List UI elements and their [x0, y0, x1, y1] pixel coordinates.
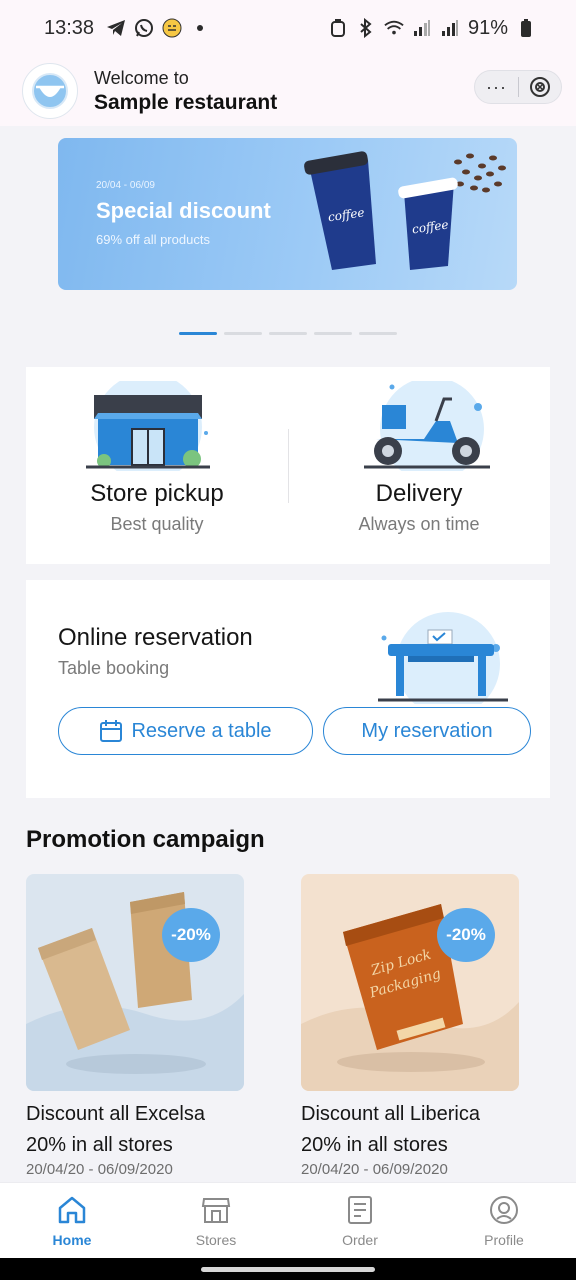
- close-icon: [530, 77, 550, 97]
- promotion-line-1: Discount all Liberica: [301, 1103, 480, 1125]
- nav-order-label: Order: [342, 1231, 378, 1248]
- store-pickup-subtitle: Best quality: [110, 514, 204, 534]
- discount-badge: -20%: [162, 908, 220, 962]
- nav-stores-label: Stores: [195, 1231, 237, 1248]
- nav-home-label: Home: [52, 1231, 92, 1248]
- restaurant-logo: [22, 63, 78, 119]
- promotion-image: Zip Lock Packaging -20%: [301, 874, 519, 1091]
- promotion-line-2: 20% in all stores: [301, 1134, 448, 1156]
- calendar-icon: [99, 719, 123, 743]
- nav-home[interactable]: Home: [0, 1183, 144, 1258]
- promotion-image: -20%: [26, 874, 244, 1091]
- coffee-bags-illustration: [26, 892, 244, 1091]
- reserve-table-label: Reserve a table: [131, 719, 272, 742]
- status-bar: 13:38 91%: [0, 0, 576, 56]
- wifi-icon: [384, 18, 404, 38]
- my-reservation-button[interactable]: My reservation: [323, 707, 531, 755]
- gesture-handle[interactable]: [201, 1267, 375, 1272]
- close-button[interactable]: [519, 76, 561, 98]
- reserve-table-button[interactable]: Reserve a table: [58, 707, 313, 755]
- carousel-indicator: [179, 332, 397, 335]
- banner-date-range: 20/04 - 06/09: [96, 180, 155, 191]
- delivery-title: Delivery: [375, 480, 463, 507]
- store-icon: [201, 1194, 231, 1226]
- signal-2-icon: [440, 18, 460, 38]
- profile-icon: [489, 1194, 519, 1226]
- delivery-option[interactable]: Delivery Always on time: [288, 367, 550, 564]
- order-icon: [347, 1194, 373, 1226]
- emoji-icon: [162, 18, 182, 38]
- nav-profile-label: Profile: [484, 1231, 524, 1248]
- bottom-navigation: Home Stores Order Profile: [0, 1182, 576, 1258]
- app-header: Welcome to Sample restaurant ···: [0, 56, 576, 126]
- store-pickup-title: Store pickup: [90, 480, 224, 507]
- notification-dot-icon: [190, 18, 210, 38]
- carousel-dot[interactable]: [269, 332, 307, 335]
- promotion-card[interactable]: -20% Discount all Excelsa 20% in all sto…: [26, 874, 244, 1178]
- telegram-icon: [106, 18, 126, 38]
- reservation-title: Online reservation: [58, 624, 253, 651]
- signal-icon: [412, 18, 432, 38]
- status-time: 13:38: [44, 16, 95, 39]
- service-card: Store pickup Best quality Delivery Alway…: [26, 367, 550, 564]
- banner-title: Special discount: [96, 198, 271, 223]
- mini-program-capsule: ···: [474, 70, 562, 104]
- alarm-icon: [328, 18, 348, 38]
- my-reservation-label: My reservation: [361, 719, 493, 742]
- reservation-subtitle: Table booking: [58, 658, 170, 678]
- carousel-dot[interactable]: [179, 332, 217, 335]
- nav-order[interactable]: Order: [288, 1183, 432, 1258]
- more-options-button[interactable]: ···: [475, 70, 518, 104]
- promo-banner[interactable]: 20/04 - 06/09 Special discount 69% off a…: [58, 138, 517, 290]
- nav-profile[interactable]: Profile: [432, 1183, 576, 1258]
- delivery-scooter-icon: [364, 381, 490, 471]
- carousel-dot[interactable]: [224, 332, 262, 335]
- promotion-dates: 20/04/20 - 06/09/2020: [26, 1161, 173, 1178]
- discount-badge: -20%: [437, 908, 495, 962]
- home-icon: [57, 1194, 87, 1226]
- bluetooth-icon: [356, 18, 376, 38]
- table-icon: [378, 612, 508, 704]
- gesture-area: [0, 1258, 576, 1280]
- delivery-subtitle: Always on time: [358, 514, 480, 534]
- restaurant-name: Sample restaurant: [94, 90, 278, 114]
- promotion-heading: Promotion campaign: [26, 826, 265, 853]
- coffee-cups-illustration: coffee coffee: [304, 151, 506, 270]
- carousel-dot[interactable]: [314, 332, 352, 335]
- promotion-line-2: 20% in all stores: [26, 1134, 173, 1156]
- banner-subtitle: 69% off all products: [96, 232, 210, 247]
- battery-level: 91%: [467, 16, 508, 39]
- coffee-pouch-illustration: Zip Lock Packaging: [301, 904, 519, 1091]
- store-icon: [86, 381, 210, 471]
- nav-stores[interactable]: Stores: [144, 1183, 288, 1258]
- store-pickup-option[interactable]: Store pickup Best quality: [26, 367, 288, 564]
- promotion-card[interactable]: Zip Lock Packaging -20% Discount all Lib…: [301, 874, 519, 1178]
- whatsapp-icon: [134, 18, 154, 38]
- reservation-card: Online reservation Table booking Reserve…: [26, 580, 550, 798]
- carousel-dot[interactable]: [359, 332, 397, 335]
- promotion-dates: 20/04/20 - 06/09/2020: [301, 1161, 448, 1178]
- battery-icon: [516, 18, 536, 38]
- welcome-text: Welcome to: [94, 67, 189, 88]
- promotion-line-1: Discount all Excelsa: [26, 1103, 205, 1125]
